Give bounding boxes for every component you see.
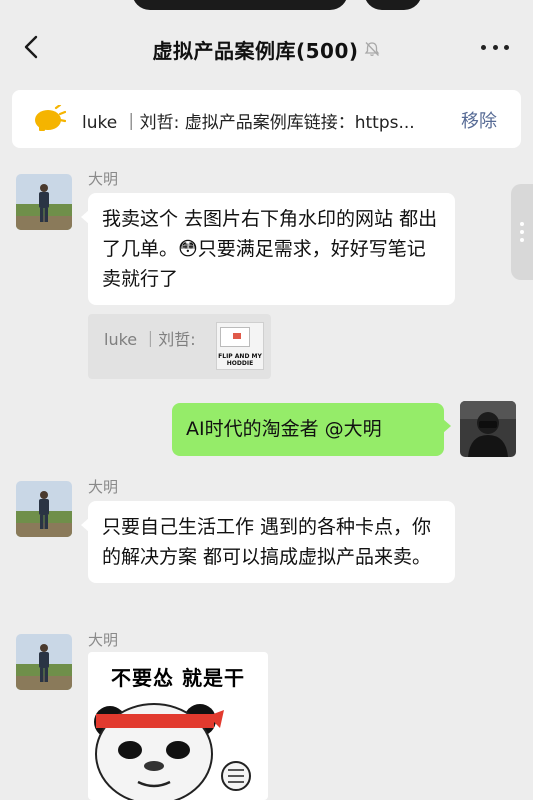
dot-icon xyxy=(520,230,524,234)
quote-label: luke ｜刘哲: xyxy=(104,330,196,349)
sticker-image[interactable]: 不要怂 就是干 xyxy=(88,652,268,800)
pinned-message[interactable]: luke ｜刘哲: 虚拟产品案例库链接：https... 移除 xyxy=(12,90,521,148)
own-avatar[interactable] xyxy=(460,401,516,457)
message-bubble[interactable]: 只要自己生活工作 遇到的各种卡点，你的解决方案 都可以搞成虚拟产品来卖。 xyxy=(81,501,455,583)
sender-name: 大明 xyxy=(88,478,119,496)
remove-pin-button[interactable]: 移除 xyxy=(461,107,497,133)
message-bubble[interactable]: 我卖这个 去图片右下角水印的网站 都出了几单。😳只要满足需求，好好写笔记卖就行了 xyxy=(81,193,455,305)
mute-bell-icon xyxy=(363,39,381,63)
avatar-photo xyxy=(16,634,72,690)
avatar-photo xyxy=(460,401,516,457)
member-count: (500) xyxy=(295,39,359,63)
dot-icon xyxy=(520,222,524,226)
dot-icon xyxy=(492,44,498,50)
chat-title: 虚拟产品案例库(500) xyxy=(0,35,533,64)
group-name: 虚拟产品案例库 xyxy=(152,39,296,63)
nav-bar: 虚拟产品案例库(500) xyxy=(0,22,533,74)
dot-icon xyxy=(481,44,486,50)
avatar-photo xyxy=(16,174,72,230)
status-camera xyxy=(364,0,422,10)
more-options-button[interactable] xyxy=(481,34,509,60)
side-drawer-handle[interactable] xyxy=(511,184,533,280)
dot-icon xyxy=(520,238,524,242)
own-message-bubble[interactable]: AI时代的淘金者 @大明 xyxy=(172,403,451,456)
quoted-message[interactable]: luke ｜刘哲: FLIP AND MY HODDIE xyxy=(88,314,271,379)
avatar[interactable] xyxy=(16,481,72,537)
sender-name: 大明 xyxy=(88,631,119,649)
avatar[interactable] xyxy=(16,634,72,690)
sender-name: 大明 xyxy=(88,170,119,188)
pinned-text: luke ｜刘哲: 虚拟产品案例库链接：https... xyxy=(82,113,415,133)
sticker-caption: 不要怂 就是干 xyxy=(111,666,245,690)
dot-icon xyxy=(504,44,509,50)
panda-meme-icon xyxy=(94,703,251,800)
quote-thumbnail: FLIP AND MY HODDIE xyxy=(216,322,264,370)
avatar[interactable] xyxy=(16,174,72,230)
lightbulb-icon xyxy=(34,103,67,137)
avatar-photo xyxy=(16,481,72,537)
thumbnail-caption: FLIP AND MY HODDIE xyxy=(218,353,262,367)
status-notch xyxy=(132,0,348,10)
